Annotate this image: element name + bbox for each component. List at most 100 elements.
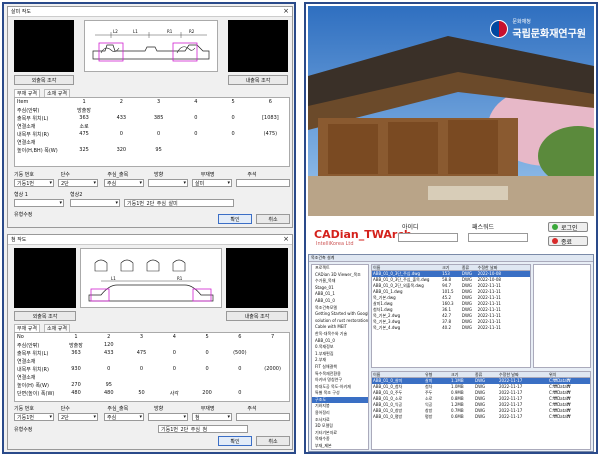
note-input[interactable]	[236, 179, 290, 187]
shape1-select[interactable]: ▾	[14, 199, 64, 207]
grid-cell[interactable]: 사각	[158, 390, 191, 397]
member-name-select[interactable]: 첨 ▾	[192, 413, 232, 421]
tree-item[interactable]: ABB_01_1	[312, 291, 368, 298]
ok-button[interactable]: 확인	[218, 436, 252, 446]
inner-carve-button[interactable]: 내출목 조각	[226, 311, 288, 321]
ok-button[interactable]: 확인	[218, 214, 252, 224]
tree-item[interactable]: solution of rust restoration	[312, 318, 368, 325]
grid-cell[interactable]: 소로	[65, 123, 102, 130]
column-header[interactable]: 수정한 날짜	[498, 372, 548, 377]
grid-cell[interactable]: 325	[65, 147, 102, 153]
tree-item[interactable]: 부재_제본	[312, 443, 368, 449]
close-icon[interactable]: ×	[283, 236, 289, 243]
grid-cell[interactable]: 120	[92, 342, 125, 348]
grid-cell[interactable]: 0	[125, 366, 158, 372]
column-header[interactable]: 유형	[424, 372, 450, 377]
grid-cell[interactable]: 475	[65, 131, 102, 137]
grid-cell[interactable]: 0	[140, 131, 177, 137]
column-header[interactable]: 위치	[548, 372, 588, 377]
outer-carve-button[interactable]: 외출목 조각	[14, 311, 76, 321]
cancel-button[interactable]: 취소	[256, 214, 290, 224]
grid-cell[interactable]: 0	[223, 390, 256, 396]
tree-item[interactable]: 0.목재정보	[312, 344, 368, 351]
grid-cell[interactable]: 433	[103, 115, 140, 121]
grid-cell[interactable]: 0	[177, 115, 214, 121]
column-header[interactable]: 이름	[372, 265, 441, 270]
grid-cell[interactable]: 480	[60, 390, 93, 396]
grid-cell[interactable]: 0	[158, 350, 191, 356]
tree-item[interactable]: 한옥-대목수와 기술	[312, 331, 368, 338]
column-header[interactable]: 종류	[474, 372, 498, 377]
cancel-button[interactable]: 취소	[256, 436, 290, 446]
grid-cell[interactable]: 95	[140, 147, 177, 153]
grid-cell[interactable]: 0	[92, 366, 125, 372]
grid-cell[interactable]: 930	[60, 366, 93, 372]
tree-item[interactable]: 수가물_목재	[312, 278, 368, 285]
grid-cell[interactable]: (2000)	[256, 366, 289, 372]
grid-cell[interactable]: 방출장	[60, 342, 93, 349]
grid-cell[interactable]: [1083]	[252, 115, 289, 121]
tree-item[interactable]: Stage_01	[312, 285, 368, 292]
column-header[interactable]: 크기	[450, 372, 474, 377]
grid-cell[interactable]: 0	[191, 366, 224, 372]
tree-item[interactable]: 목조건축모델	[312, 305, 368, 312]
tree-item[interactable]: Getting Started with Google	[312, 311, 368, 318]
column-header[interactable]: 이름	[372, 372, 424, 377]
tree-item[interactable]: 특별 목조 구성	[312, 390, 368, 397]
grid-cell: 7	[270, 334, 275, 340]
direction-select[interactable]: ▾	[148, 413, 188, 421]
tier-select[interactable]: 2단 ▾	[58, 179, 98, 187]
tree-item[interactable]: 2.부재	[312, 357, 368, 364]
grid-cell[interactable]: 363	[65, 115, 102, 121]
tree-item[interactable]: ABB_01_0	[312, 298, 368, 305]
tree-item[interactable]: 용어정리	[312, 410, 368, 417]
grid-cell[interactable]: 433	[92, 350, 125, 356]
grid-cell[interactable]: (475)	[252, 131, 289, 137]
inner-preview	[228, 20, 288, 72]
login-button[interactable]: 로그인	[548, 222, 588, 232]
grid-cell[interactable]: 270	[60, 382, 93, 388]
close-icon[interactable]: ×	[283, 8, 289, 15]
password-input[interactable]	[468, 233, 528, 242]
grid-cell[interactable]: 0	[215, 115, 252, 121]
column-header[interactable]: 크기	[441, 265, 461, 270]
position-select[interactable]: 주심 ▾	[104, 179, 144, 187]
direction-select[interactable]: ▾	[148, 179, 188, 187]
grid-cell[interactable]: 50	[125, 390, 158, 396]
grid-cell[interactable]: 0	[177, 131, 214, 137]
grid-cell[interactable]: 0	[215, 131, 252, 137]
tier-select[interactable]: 2단 ▾	[58, 413, 98, 421]
inner-carve-button[interactable]: 내출목 조각	[228, 75, 288, 85]
position-select[interactable]: 주심 ▾	[104, 413, 144, 421]
grid-cell[interactable]: 363	[60, 350, 93, 356]
column-header[interactable]: 종류	[461, 265, 477, 270]
tree-item[interactable]: FIT 실해결책	[312, 364, 368, 371]
grid-cell[interactable]: 200	[191, 390, 224, 396]
grid-cell[interactable]: 방출장	[65, 107, 102, 114]
grid-cell[interactable]: 475	[125, 350, 158, 356]
column-no-select[interactable]: 기둥1번 ▾	[14, 179, 54, 187]
outer-carve-button[interactable]: 외출목 조각	[14, 75, 74, 85]
grid-cell[interactable]: 385	[140, 115, 177, 121]
column-header[interactable]: 수정한 날짜	[477, 265, 530, 270]
tree-item[interactable]: Cable with MEIT	[312, 324, 368, 331]
column-no-select[interactable]: 기둥1번 ▾	[14, 413, 54, 421]
grid-cell[interactable]: 95	[92, 382, 125, 388]
tree-item[interactable]: 프로젝트	[312, 265, 368, 272]
grid-cell[interactable]: 0	[158, 366, 191, 372]
component-row[interactable]: ABB_01_0_평방 평방 0.6MB DWG 2022-11-17 C:₩Data₩	[372, 414, 590, 420]
grid-cell[interactable]: (500)	[223, 350, 256, 356]
member-name-select[interactable]: 살미 ▾	[192, 179, 232, 187]
grid-cell[interactable]: 0	[191, 350, 224, 356]
grid-cell[interactable]: 0	[103, 131, 140, 137]
shape2-select[interactable]: ▾	[70, 199, 120, 207]
grid-cell[interactable]: 480	[92, 390, 125, 396]
grid-cell[interactable]: 320	[103, 147, 140, 153]
note-input[interactable]	[236, 413, 290, 421]
id-input[interactable]	[398, 233, 458, 242]
tree-item[interactable]: 아키바 명칭연구	[312, 377, 368, 384]
exit-button[interactable]: 종료	[548, 236, 588, 246]
grid-cell[interactable]: 0	[223, 366, 256, 372]
file-row[interactable]: 목_기본_4.dwg 40.2 DWG 2022-11-11	[372, 325, 530, 331]
tree-item[interactable]: 3D 모델링	[312, 423, 368, 430]
